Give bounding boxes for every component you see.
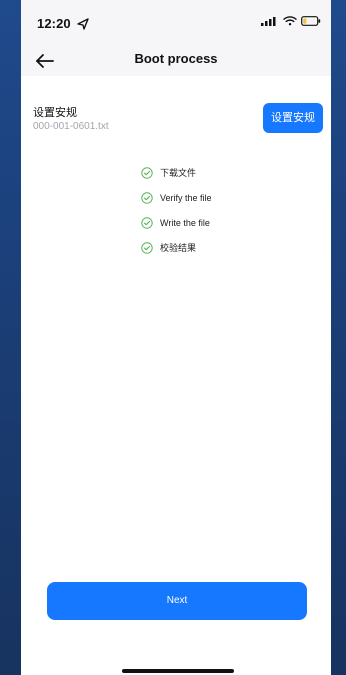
page-title: Boot process <box>134 51 218 66</box>
step-item: 校验结果 <box>141 235 291 260</box>
status-time: 12:20 <box>37 16 71 31</box>
file-name: 000-001-0601.txt <box>33 121 109 132</box>
status-icons <box>261 16 321 26</box>
phone-screen: 12:20 Boot process 设置安规 000-001-0601.txt… <box>21 0 331 675</box>
signal-icon <box>261 17 276 26</box>
set-safety-button[interactable]: 设置安规 <box>263 103 323 133</box>
step-label: 下载文件 <box>160 168 197 178</box>
boot-steps-list: 下载文件 Verify the file Write the file 校验结果 <box>141 160 291 260</box>
location-icon <box>77 18 89 30</box>
step-label: Verify the file <box>160 192 212 203</box>
step-label: 校验结果 <box>160 243 197 253</box>
step-item: Write the file <box>141 210 291 235</box>
status-bar: 12:20 <box>21 0 331 46</box>
check-circle-icon <box>141 191 153 204</box>
check-circle-icon <box>141 166 153 179</box>
next-button[interactable]: Next <box>47 582 307 620</box>
check-circle-icon <box>141 241 153 254</box>
check-circle-icon <box>141 216 153 229</box>
battery-icon <box>301 16 321 26</box>
home-indicator <box>122 669 234 673</box>
navigation-bar: Boot process <box>21 46 331 76</box>
step-label: Write the file <box>160 217 210 228</box>
step-item: 下载文件 <box>141 160 291 185</box>
safety-setting-row: 设置安规 000-001-0601.txt 设置安规 <box>33 102 323 138</box>
step-item: Verify the file <box>141 185 291 210</box>
setting-title: 设置安规 <box>33 107 77 119</box>
wifi-icon <box>283 16 297 26</box>
